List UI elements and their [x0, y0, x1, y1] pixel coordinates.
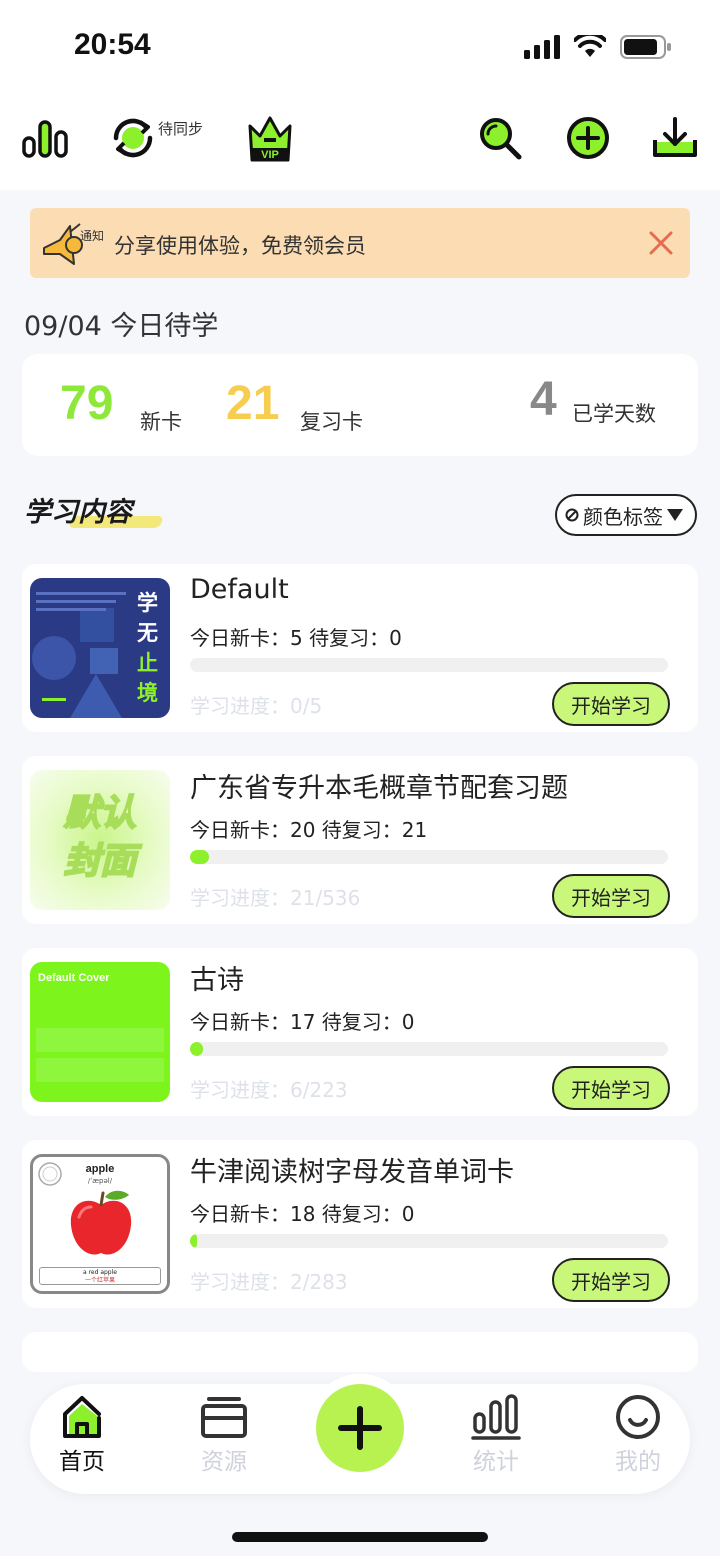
wifi-icon	[574, 35, 606, 57]
deck-progress-fill	[190, 1234, 198, 1248]
notice-text: 分享使用体验，免费领会员	[114, 234, 366, 258]
apple-icon	[70, 1190, 132, 1255]
stats-icon	[471, 1394, 521, 1440]
no-color-icon	[565, 508, 579, 522]
deck-card[interactable]: apple /ˈæpəl/ a red apple 一个红苹果 牛津阅读树字母发…	[22, 1140, 698, 1308]
deck-progress-fill	[190, 1042, 203, 1056]
new-card-count: 79	[60, 377, 114, 430]
review-card-count: 21	[226, 377, 280, 430]
start-study-button[interactable]: 开始学习	[552, 682, 670, 726]
cover-char: 无	[137, 621, 158, 645]
search-icon[interactable]	[478, 116, 522, 160]
learned-days-label: 已学天数	[572, 402, 656, 426]
cover-caption: a red apple	[83, 1269, 117, 1276]
deck-today-counts: 今日新卡：20 待复习：21	[190, 818, 428, 842]
start-study-button[interactable]: 开始学习	[552, 1258, 670, 1302]
deck-name: 古诗	[190, 965, 244, 996]
deck-card[interactable]: 学 无 止 境 Default 今日新卡：5 待复习：0 学习进度：0/5 开始…	[22, 564, 698, 732]
nav-stats-label: 统计	[473, 1449, 519, 1475]
review-card-label: 复习卡	[300, 410, 363, 434]
start-study-button[interactable]: 开始学习	[552, 874, 670, 918]
cover-char: 学	[137, 591, 158, 615]
deck-progress-text: 学习进度：6/223	[190, 1078, 348, 1102]
deck-today-counts: 今日新卡：5 待复习：0	[190, 626, 402, 650]
notice-badge: 通知	[80, 229, 104, 243]
battery-icon	[620, 35, 671, 59]
nav-me[interactable]: 我的	[588, 1394, 688, 1476]
new-card-label: 新卡	[140, 410, 182, 434]
promo-notice-banner[interactable]: 通知 分享使用体验，免费领会员	[30, 208, 690, 278]
nav-resources[interactable]: 资源	[174, 1394, 274, 1476]
cover-word: apple	[85, 1163, 115, 1175]
cover-stripe	[36, 1028, 164, 1052]
color-tag-dropdown[interactable]: 颜色标签	[555, 494, 697, 536]
top-toolbar: 待同步 VIP	[0, 96, 720, 190]
caret-down-icon	[667, 509, 683, 521]
section-title: 学习内容	[24, 497, 132, 528]
status-time: 20:54	[74, 28, 151, 61]
deck-progress-bar	[190, 1234, 668, 1248]
sync-icon[interactable]	[110, 116, 156, 160]
deck-card-partial	[22, 1332, 698, 1372]
close-icon[interactable]	[648, 230, 674, 256]
resources-icon	[201, 1397, 247, 1438]
deck-cover-placeholder: 默认 封面	[30, 770, 170, 910]
download-icon[interactable]	[652, 116, 698, 158]
add-fab-button[interactable]	[316, 1384, 404, 1472]
deck-card[interactable]: Default Cover 古诗 今日新卡：17 待复习：0 学习进度：6/22…	[22, 948, 698, 1116]
deck-cover-apple: apple /ˈæpəl/ a red apple 一个红苹果	[30, 1154, 170, 1294]
plus-icon	[338, 1406, 382, 1450]
nav-me-label: 我的	[615, 1449, 661, 1475]
nav-resources-label: 资源	[201, 1449, 247, 1475]
bar-chart-icon[interactable]	[22, 118, 68, 158]
cover-vertical-text: 学 无 止 境	[137, 588, 158, 708]
cover-char: 境	[137, 681, 158, 705]
deck-card[interactable]: 默认 封面 广东省专升本毛概章节配套习题 今日新卡：20 待复习：21 学习进度…	[22, 756, 698, 924]
home-indicator	[232, 1532, 488, 1542]
nav-home-label: 首页	[59, 1449, 105, 1475]
deck-name: 广东省专升本毛概章节配套习题	[190, 773, 568, 804]
today-stats-card: 79 新卡 21 复习卡 4 已学天数	[22, 354, 698, 456]
megaphone-icon: 通知	[43, 223, 104, 265]
deck-progress-fill	[190, 850, 209, 864]
svg-text:VIP: VIP	[261, 149, 279, 161]
cover-text-line: 默认	[63, 792, 137, 835]
status-icons	[524, 34, 672, 60]
deck-cover-default: 学 无 止 境	[30, 578, 170, 718]
nav-stats[interactable]: 统计	[446, 1394, 546, 1476]
start-study-button[interactable]: 开始学习	[552, 1066, 670, 1110]
status-bar: 20:54	[0, 0, 720, 96]
deck-progress-bar	[190, 658, 668, 672]
deck-name: 牛津阅读树字母发音单词卡	[190, 1157, 514, 1188]
today-title: 09/04 今日待学	[24, 311, 219, 342]
cover-placeholder-text: 默认 封面	[30, 790, 170, 886]
deck-progress-bar	[190, 1042, 668, 1056]
deck-today-counts: 今日新卡：18 待复习：0	[190, 1202, 415, 1226]
home-icon	[63, 1396, 101, 1438]
cover-phonetic: /ˈæpəl/	[87, 1177, 113, 1185]
add-circle-icon[interactable]	[566, 116, 610, 160]
cover-stripe	[36, 1058, 164, 1082]
deck-progress-bar	[190, 850, 668, 864]
learned-days-count: 4	[530, 373, 557, 426]
cover-text-line: 封面	[63, 840, 137, 883]
deck-progress-text: 学习进度：2/283	[190, 1270, 348, 1294]
smile-icon	[616, 1395, 660, 1439]
deck-name: Default	[190, 574, 289, 605]
color-tag-label: 颜色标签	[583, 504, 663, 529]
cover-caption: 一个红苹果	[84, 1277, 115, 1284]
deck-progress-text: 学习进度：0/5	[190, 694, 323, 718]
sync-status-label: 待同步	[158, 120, 204, 138]
cover-label: Default Cover	[38, 972, 110, 984]
vip-crown-icon[interactable]: VIP	[246, 114, 294, 162]
deck-cover-green: Default Cover	[30, 962, 170, 1102]
signal-icon	[524, 35, 560, 59]
deck-today-counts: 今日新卡：17 待复习：0	[190, 1010, 415, 1034]
nav-home[interactable]: 首页	[32, 1394, 132, 1476]
deck-progress-text: 学习进度：21/536	[190, 886, 361, 910]
cover-caption-box: a red apple 一个红苹果	[39, 1267, 161, 1285]
cover-char: 止	[137, 651, 158, 675]
